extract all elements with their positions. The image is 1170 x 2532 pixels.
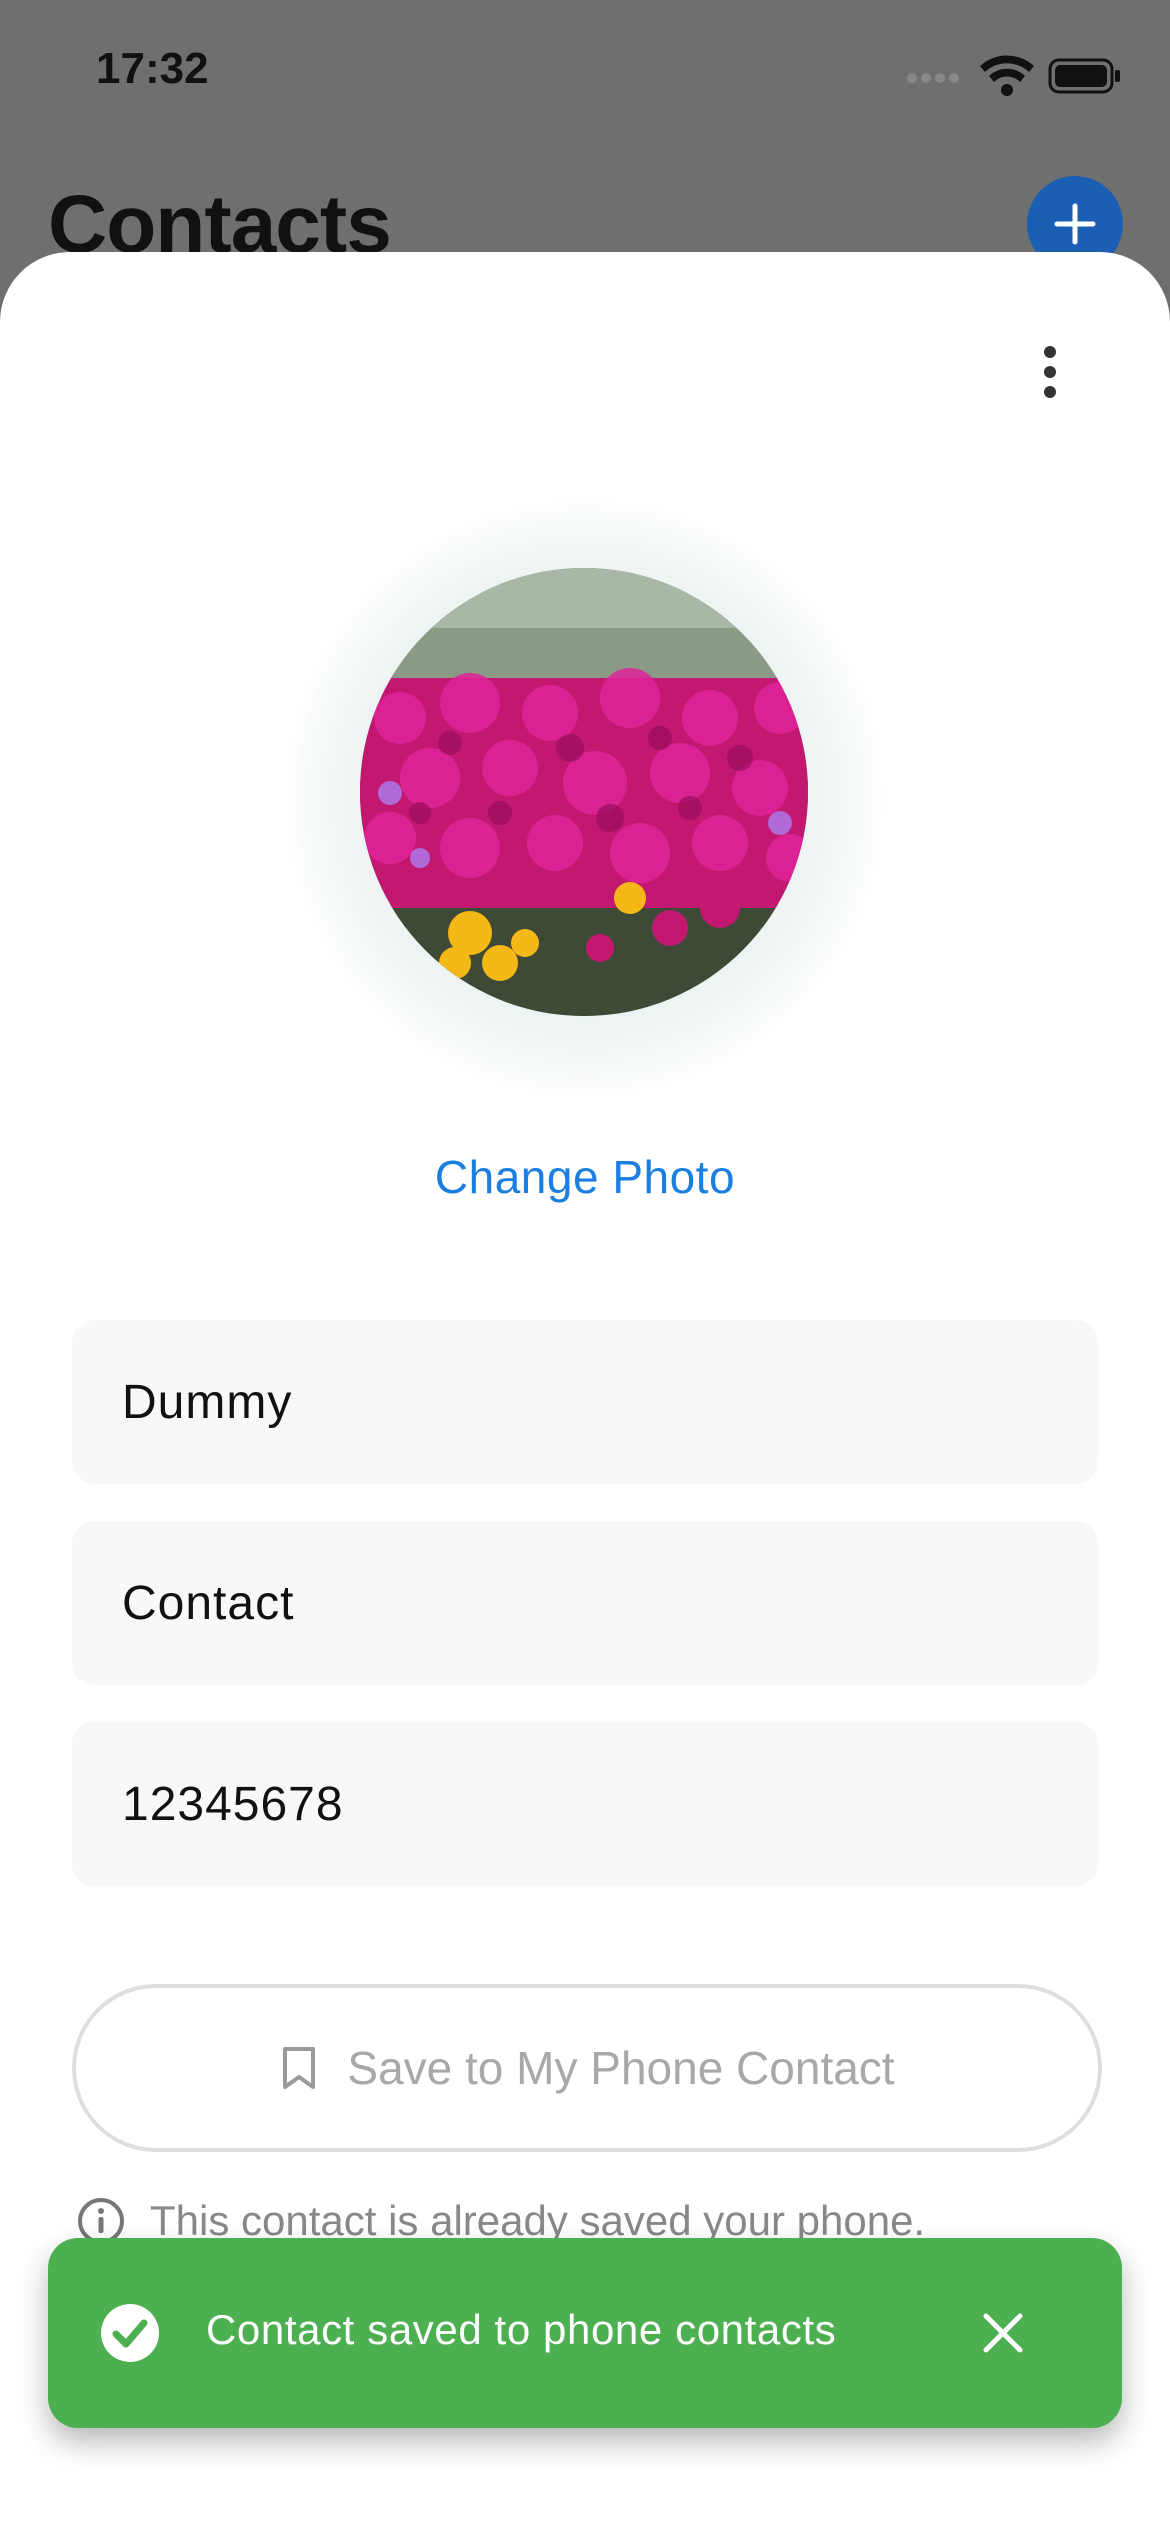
first-name-input[interactable] [72,1320,1098,1484]
wifi-icon [980,55,1034,96]
save-to-phone-button[interactable]: Save to My Phone Contact [72,1984,1102,2152]
battery-icon [1048,58,1120,94]
save-button-label: Save to My Phone Contact [347,2042,895,2094]
plus-icon [1054,203,1096,245]
bookmark-icon [283,2047,316,2089]
more-options-button[interactable] [1020,330,1080,414]
status-time: 17:32 [96,44,209,93]
last-name-field[interactable] [72,1521,1098,1685]
toast-notification: Contact saved to phone contacts [48,2238,1122,2428]
more-vertical-icon [1044,346,1056,358]
close-icon[interactable] [978,2308,1028,2358]
avatar[interactable] [360,568,808,1016]
status-icons [904,50,1124,100]
signal-icon [907,73,959,83]
phone-input[interactable] [72,1722,1098,1886]
last-name-input[interactable] [72,1521,1098,1685]
toast-message: Contact saved to phone contacts [206,2306,837,2353]
change-photo-button[interactable]: Change Photo [0,1150,1170,1204]
first-name-field[interactable] [72,1320,1098,1484]
check-circle-icon [101,2304,159,2362]
phone-field[interactable] [72,1722,1098,1886]
